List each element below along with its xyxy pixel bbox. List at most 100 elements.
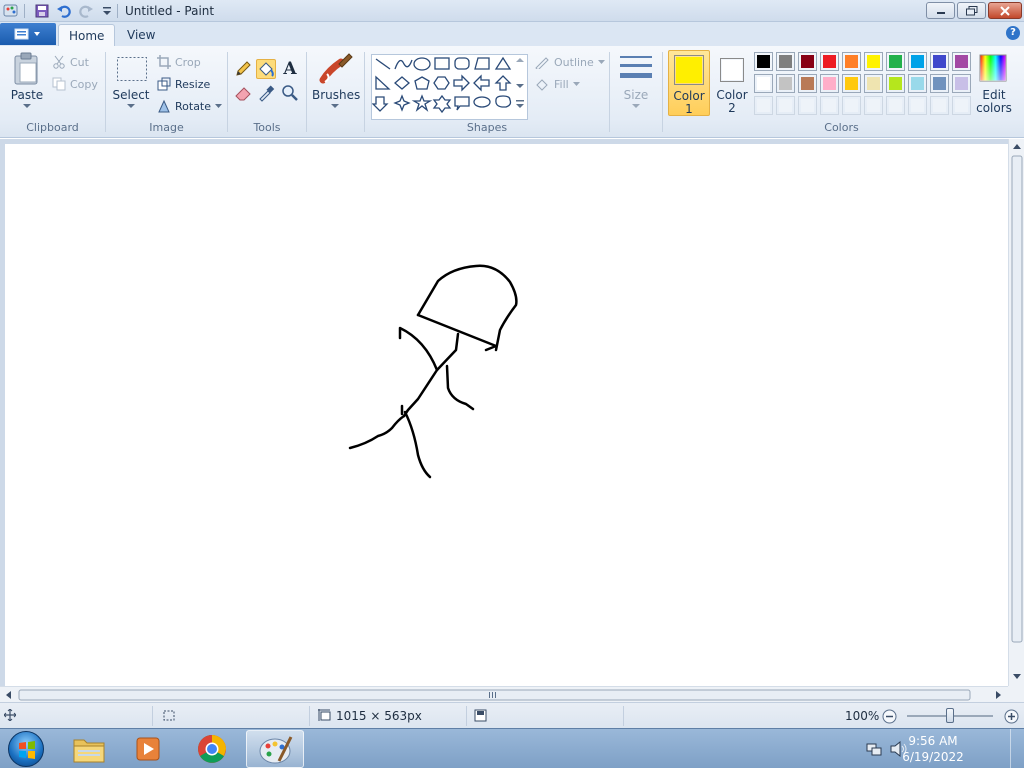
palette-swatch[interactable] <box>930 96 949 115</box>
palette-swatch[interactable] <box>820 74 839 93</box>
resize-button[interactable]: Resize <box>157 74 210 94</box>
pencil-icon <box>236 61 251 76</box>
selection-size-icon <box>163 710 175 721</box>
palette-swatch[interactable] <box>952 52 971 71</box>
palette-swatch[interactable] <box>842 52 861 71</box>
shapes-gallery <box>371 54 528 120</box>
palette-swatch[interactable] <box>886 74 905 93</box>
palette-swatch[interactable] <box>798 52 817 71</box>
paint-app-icon[interactable] <box>3 3 19 19</box>
palette-swatch[interactable] <box>930 52 949 71</box>
restore-icon <box>965 5 977 15</box>
title-separator <box>117 4 118 18</box>
eraser-tool[interactable] <box>233 83 253 103</box>
palette-swatch[interactable] <box>776 52 795 71</box>
copy-label: Copy <box>70 77 98 91</box>
color1-button[interactable]: Color 1 <box>668 50 710 116</box>
eraser-icon <box>235 87 251 101</box>
close-button[interactable] <box>988 2 1022 19</box>
palette-swatch[interactable] <box>864 96 883 115</box>
customize-qat-icon[interactable] <box>99 3 115 19</box>
select-button[interactable]: Select <box>111 88 151 102</box>
taskbar-paint[interactable] <box>246 730 304 768</box>
tab-home[interactable]: Home <box>58 24 116 46</box>
text-tool[interactable]: A <box>280 59 300 79</box>
palette-swatch-color <box>955 77 968 90</box>
paste-dropdown-icon[interactable] <box>23 104 31 110</box>
drawing-canvas[interactable] <box>5 144 1008 686</box>
palette-swatch[interactable] <box>952 74 971 93</box>
tab-view[interactable]: View <box>117 24 165 46</box>
file-size-icon <box>474 709 487 722</box>
palette-swatch[interactable] <box>776 74 795 93</box>
redo-icon <box>79 5 93 18</box>
palette-swatch[interactable] <box>864 52 883 71</box>
zoom-out-icon[interactable] <box>882 709 897 724</box>
cursor-position-icon <box>4 709 16 721</box>
palette-swatch[interactable] <box>798 96 817 115</box>
palette-swatch[interactable] <box>842 96 861 115</box>
select-icon[interactable] <box>116 56 148 82</box>
palette-swatch[interactable] <box>886 52 905 71</box>
palette-swatch[interactable] <box>754 74 773 93</box>
palette-swatch[interactable] <box>908 74 927 93</box>
start-button[interactable] <box>8 731 44 767</box>
color2-button[interactable]: Color 2 <box>712 50 752 116</box>
restore-button[interactable] <box>957 2 986 19</box>
taskbar: 9:56 AM 6/19/2022 <box>0 728 1024 768</box>
color-picker-tool[interactable] <box>256 83 276 103</box>
rotate-dropdown-icon[interactable] <box>215 103 223 109</box>
undo-icon[interactable] <box>56 3 72 19</box>
vertical-scrollbar[interactable] <box>1008 139 1024 686</box>
fill-button: Fill <box>534 74 580 94</box>
magnifier-tool[interactable] <box>280 83 300 103</box>
palette-swatch[interactable] <box>952 96 971 115</box>
horizontal-scrollbar[interactable] <box>0 686 1008 702</box>
palette-swatch[interactable] <box>908 52 927 71</box>
clock[interactable]: 9:56 AM 6/19/2022 <box>898 733 968 765</box>
group-separator <box>364 52 365 132</box>
taskbar-explorer[interactable] <box>60 730 118 768</box>
pencil-tool[interactable] <box>233 59 253 79</box>
palette-swatch[interactable] <box>930 74 949 93</box>
paint-menu-icon <box>14 28 40 40</box>
rotate-button[interactable]: Rotate <box>157 96 223 116</box>
fill-tool[interactable] <box>256 59 276 79</box>
paste-button[interactable]: Paste <box>10 88 44 102</box>
taskbar-chrome[interactable] <box>183 730 241 768</box>
save-icon[interactable] <box>34 3 50 19</box>
minimize-button[interactable] <box>926 2 955 19</box>
size-button[interactable]: Size <box>616 88 656 102</box>
palette-swatch[interactable] <box>908 96 927 115</box>
paint-menu-button[interactable] <box>0 23 56 45</box>
palette-swatch[interactable] <box>842 74 861 93</box>
size-dropdown-icon[interactable] <box>632 104 640 110</box>
crop-label: Crop <box>175 55 201 69</box>
palette-swatch[interactable] <box>886 96 905 115</box>
paste-icon[interactable] <box>12 52 42 86</box>
palette-swatch[interactable] <box>864 74 883 93</box>
zoom-in-icon[interactable] <box>1004 709 1019 724</box>
taskbar-media-player[interactable] <box>119 730 177 768</box>
palette-swatch[interactable] <box>820 96 839 115</box>
zoom-slider-thumb[interactable] <box>946 708 954 723</box>
palette-swatch[interactable] <box>754 96 773 115</box>
brushes-icon[interactable] <box>319 52 353 86</box>
network-icon[interactable] <box>866 741 882 757</box>
show-desktop-button[interactable] <box>1010 729 1024 768</box>
shapes-group-label: Shapes <box>466 121 508 134</box>
edit-colors-button[interactable]: Edit colors <box>975 50 1013 116</box>
outline-button: Outline <box>534 52 605 72</box>
palette-swatch[interactable] <box>754 52 773 71</box>
palette-swatch-color <box>933 99 946 112</box>
shapes-scroll-icons[interactable] <box>514 56 526 118</box>
size-icon[interactable] <box>619 54 653 82</box>
palette-swatch[interactable] <box>798 74 817 93</box>
palette-swatch[interactable] <box>820 52 839 71</box>
brushes-dropdown-icon[interactable] <box>331 104 339 110</box>
scrollbar-corner <box>1008 686 1024 702</box>
brushes-button[interactable]: Brushes <box>312 88 360 102</box>
palette-swatch[interactable] <box>776 96 795 115</box>
help-icon[interactable]: ? <box>1006 26 1020 40</box>
select-dropdown-icon[interactable] <box>127 104 135 110</box>
